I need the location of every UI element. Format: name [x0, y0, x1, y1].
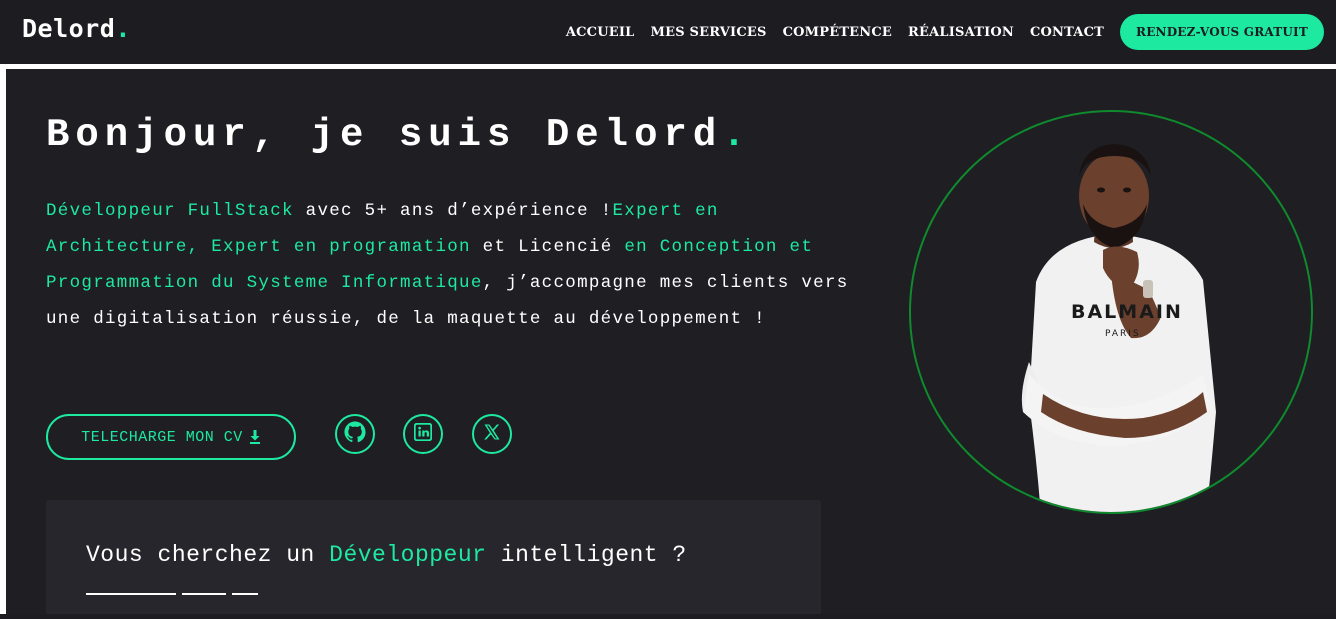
- intro-segment: et Licencié: [470, 237, 625, 257]
- card-heading-after: intelligent ?: [486, 542, 687, 568]
- shirt-logo: BALMAIN: [1071, 301, 1183, 323]
- brand-logo[interactable]: Delord.: [22, 14, 131, 43]
- looking-for-developer-card: Vous cherchez un Développeur intelligent…: [46, 500, 821, 614]
- card-heading: Vous cherchez un Développeur intelligent…: [86, 542, 687, 568]
- intro-segment: Développeur FullStack: [46, 201, 294, 221]
- linkedin-icon: [413, 422, 433, 446]
- nav-menu: ACCUEIL MES SERVICES COMPÉTENCE RÉALISAT…: [566, 14, 1324, 50]
- intro-segment: avec 5+ ans d’expérience !: [293, 201, 613, 221]
- nav-link-accueil[interactable]: ACCUEIL: [566, 25, 635, 40]
- github-link[interactable]: [335, 414, 375, 454]
- shirt-logo-sub: PARIS: [1105, 329, 1141, 339]
- linkedin-link[interactable]: [403, 414, 443, 454]
- download-cv-label: TELECHARGE MON CV: [81, 428, 243, 446]
- nav-link-realisation[interactable]: RÉALISATION: [908, 25, 1014, 40]
- hero-section: Bonjour, je suis Delord. Développeur Ful…: [6, 69, 1336, 614]
- download-icon: [249, 430, 261, 444]
- hero-intro: Développeur FullStack avec 5+ ans d’expé…: [46, 193, 856, 337]
- x-icon: [483, 423, 501, 446]
- hero-title-text: Bonjour, je suis Delord: [46, 113, 723, 157]
- nav-link-mes-services[interactable]: MES SERVICES: [651, 25, 767, 40]
- card-heading-before: Vous cherchez un: [86, 542, 330, 568]
- brand-name: Delord: [22, 14, 116, 43]
- card-heading-highlight: Développeur: [329, 542, 487, 568]
- bottom-strip: [0, 614, 1336, 619]
- x-link[interactable]: [472, 414, 512, 454]
- download-cv-button[interactable]: TELECHARGE MON CV: [46, 414, 296, 460]
- rendez-vous-button[interactable]: RENDEZ-VOUS GRATUIT: [1120, 14, 1324, 50]
- portrait-ring: BALMAIN PARIS: [909, 110, 1313, 514]
- nav-link-competence[interactable]: COMPÉTENCE: [783, 25, 892, 40]
- card-underline-decoration: [86, 593, 258, 595]
- github-icon: [344, 420, 366, 448]
- brand-dot: .: [115, 14, 131, 43]
- hero-title: Bonjour, je suis Delord.: [46, 113, 752, 157]
- hero-title-dot: .: [722, 113, 752, 157]
- nav-link-contact[interactable]: CONTACT: [1030, 25, 1104, 40]
- portrait-image: BALMAIN PARIS: [1021, 144, 1216, 512]
- top-navbar: Delord. ACCUEIL MES SERVICES COMPÉTENCE …: [0, 0, 1336, 64]
